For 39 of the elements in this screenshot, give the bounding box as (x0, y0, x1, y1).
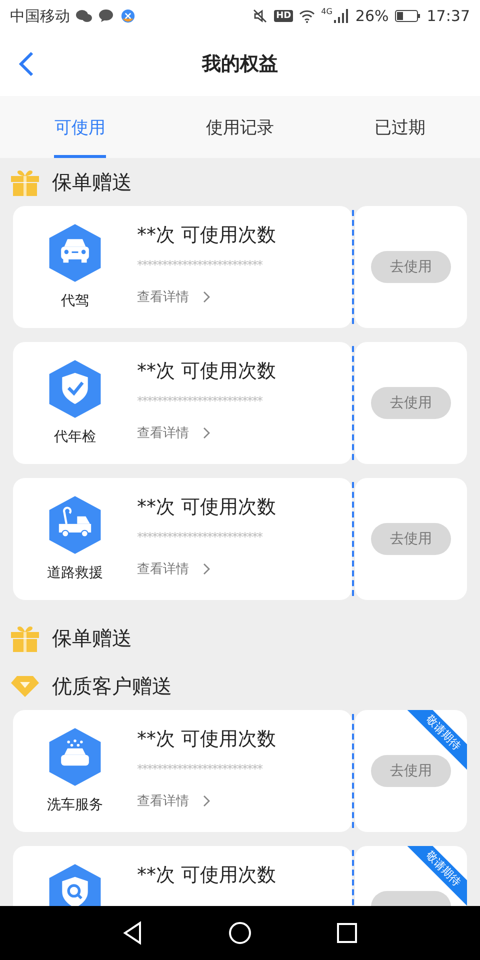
usage-count: **次 可使用次数 (137, 727, 278, 752)
usage-count: **次 可使用次数 (137, 495, 278, 520)
usage-count: **次 可使用次数 (137, 359, 278, 384)
service-name: 代驾 (61, 292, 89, 310)
page-title: 我的权益 (202, 52, 278, 77)
network-label: 4G (321, 7, 332, 16)
section-title: 优质客户赠送 (52, 672, 172, 700)
gift-icon (10, 168, 40, 196)
service-name: 道路救援 (47, 564, 103, 582)
speech-bubble-icon (98, 9, 114, 23)
gift-icon (10, 624, 40, 652)
clock-time: 17:37 (426, 7, 470, 25)
service-name: 代年检 (54, 428, 96, 446)
hd-badge: HD (274, 10, 294, 22)
battery-percent: 26% (355, 7, 389, 25)
chat-icon (76, 9, 92, 23)
masked-code: ************************* (137, 762, 264, 776)
chevron-icon (203, 291, 211, 303)
masked-code: ************************* (137, 530, 264, 544)
carrier-name: 中国移动 (10, 6, 70, 26)
chevron-icon (203, 563, 211, 575)
mute-icon (252, 9, 268, 23)
home-button[interactable] (226, 920, 253, 946)
section-title: 保单赠送 (52, 168, 132, 196)
masked-code: ************************* (137, 394, 264, 408)
app-icon (120, 9, 136, 23)
usage-count: **次 可使用次数 (137, 863, 278, 888)
masked-code: ************************* (137, 258, 264, 272)
chevron-icon (203, 427, 211, 439)
tab[interactable]: 已过期 (320, 96, 480, 158)
tab[interactable]: 使用记录 (160, 96, 320, 158)
signal-icon (333, 9, 350, 23)
chevron-icon (203, 795, 211, 807)
tab[interactable]: 可使用 (0, 96, 160, 158)
section-title: 保单赠送 (52, 624, 132, 652)
battery-icon (394, 9, 421, 23)
wifi-icon (299, 9, 316, 23)
service-name: 洗车服务 (47, 796, 103, 814)
usage-count: **次 可使用次数 (137, 223, 278, 248)
